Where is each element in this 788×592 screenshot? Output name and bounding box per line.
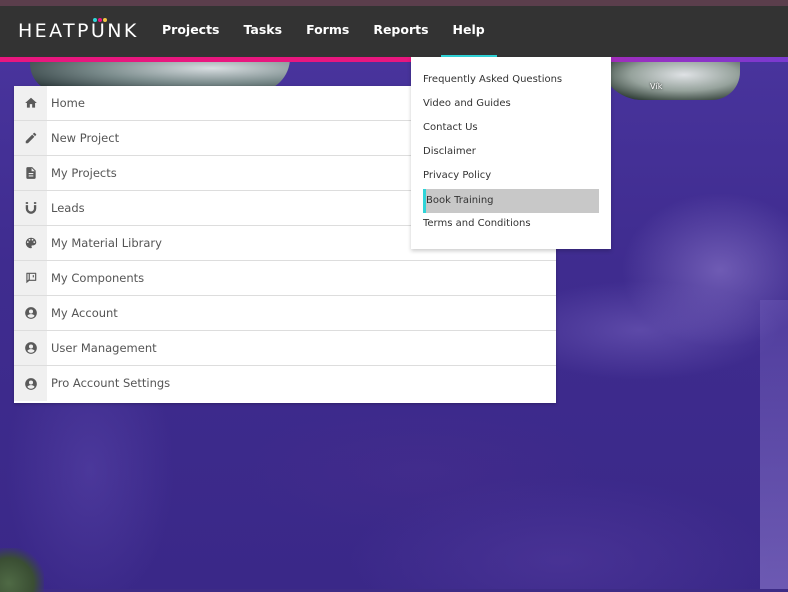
heatpunk-logo[interactable]: HEATPU NK xyxy=(18,18,139,42)
side-menu-item-my-components[interactable]: My Components xyxy=(14,261,556,296)
side-menu-item-pro-account-settings[interactable]: Pro Account Settings xyxy=(14,366,556,401)
side-menu-label: Home xyxy=(51,96,85,110)
nav-help[interactable]: Help xyxy=(440,6,497,59)
side-menu-label: My Components xyxy=(51,271,145,285)
main-nav: Projects Tasks Forms Reports Help xyxy=(150,6,497,59)
account-circle-icon xyxy=(14,296,47,330)
logo-text-post: NK xyxy=(107,20,139,42)
map-ridge xyxy=(760,300,788,589)
pencil-icon xyxy=(14,121,47,155)
top-navigation-bar: HEATPU NK Projects Tasks Forms Reports He… xyxy=(0,0,788,59)
nav-forms[interactable]: Forms xyxy=(294,6,361,57)
account-circle-icon xyxy=(14,331,47,365)
help-item-privacy-policy[interactable]: Privacy Policy xyxy=(423,164,599,188)
help-item-disclaimer[interactable]: Disclaimer xyxy=(423,140,599,164)
nav-reports[interactable]: Reports xyxy=(361,6,440,57)
side-menu-label: User Management xyxy=(51,341,157,355)
accent-divider xyxy=(0,57,788,62)
magnet-icon xyxy=(14,191,47,225)
help-item-video-guides[interactable]: Video and Guides xyxy=(423,92,599,116)
side-menu-label: Pro Account Settings xyxy=(51,376,171,390)
map-land-corner xyxy=(0,548,44,592)
logo-letter-u: U xyxy=(90,18,108,42)
palette-icon xyxy=(14,226,47,260)
map-land-iceland xyxy=(600,58,740,100)
side-menu-label: New Project xyxy=(51,131,120,145)
document-icon xyxy=(14,156,47,190)
logo-dots-icon xyxy=(92,18,107,22)
map-place-label: Vík xyxy=(650,82,663,91)
nav-tasks[interactable]: Tasks xyxy=(232,6,295,57)
logo-text-pre: HEATP xyxy=(18,20,91,42)
help-item-book-training[interactable]: Book Training xyxy=(423,189,599,213)
help-item-faq[interactable]: Frequently Asked Questions xyxy=(423,68,599,92)
component-icon xyxy=(14,261,47,295)
side-menu-label: My Projects xyxy=(51,166,117,180)
help-item-terms[interactable]: Terms and Conditions xyxy=(423,212,599,236)
help-item-contact-us[interactable]: Contact Us xyxy=(423,116,599,140)
nav-projects[interactable]: Projects xyxy=(150,6,232,57)
side-menu-label: My Material Library xyxy=(51,236,162,250)
account-circle-icon xyxy=(14,366,47,401)
side-menu-label: My Account xyxy=(51,306,118,320)
home-icon xyxy=(14,86,47,120)
side-menu-label: Leads xyxy=(51,201,85,215)
help-dropdown-menu: Frequently Asked Questions Video and Gui… xyxy=(411,57,611,249)
side-menu-item-my-account[interactable]: My Account xyxy=(14,296,556,331)
side-menu-item-user-management[interactable]: User Management xyxy=(14,331,556,366)
